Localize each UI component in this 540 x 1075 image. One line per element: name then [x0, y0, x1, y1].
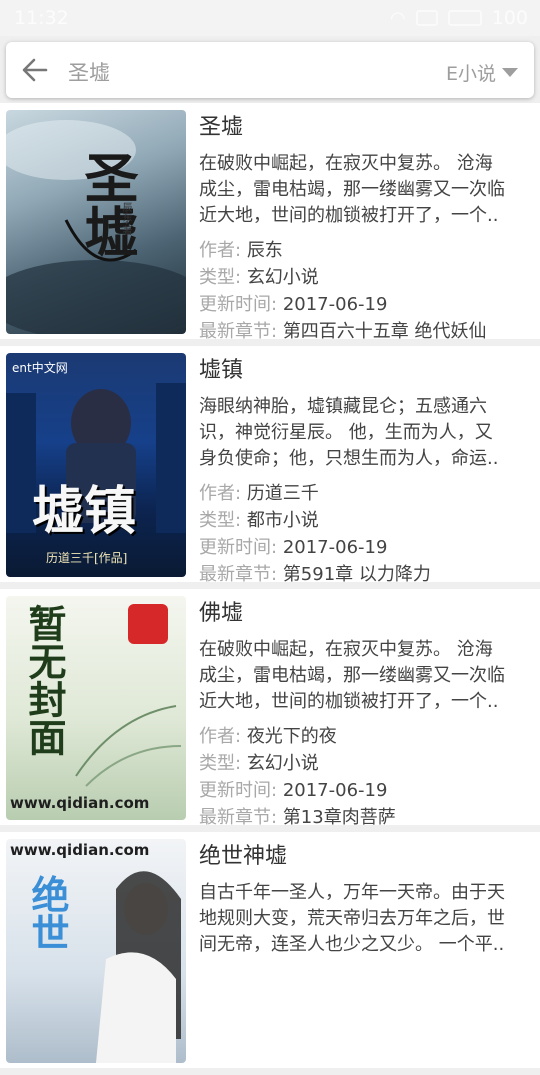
book-list-item[interactable]: www.qidian.com 绝世 绝世神墟 自古千年一圣人，万年一天帝。由于天…: [0, 832, 540, 1068]
latest-chapter-row: 最新章节: 第13章肉菩萨: [199, 807, 396, 828]
cover-art-figure: [96, 871, 181, 1063]
source-dropdown[interactable]: E小说: [446, 59, 518, 86]
book-category: 玄幻小说: [246, 267, 319, 288]
author-row: 作者: 夜光下的夜: [199, 726, 337, 747]
cover-site-text: www.qidian.com: [10, 841, 150, 859]
book-list-item[interactable]: 暂无封面 www.qidian.com 佛墟 在破败中崛起，在寂灭中复苏。 沧海…: [0, 589, 540, 828]
updated-row: 更新时间: 2017-06-19: [199, 537, 388, 558]
battery-level: 100: [491, 7, 528, 29]
book-title: 佛墟: [199, 601, 244, 626]
cover-title-art: 暂无封面: [22, 604, 67, 756]
book-info: 圣墟 在破败中崛起，在寂灭中复苏。 沧海 成尘，雷电枯竭，那一缕幽雾又一次临 近…: [199, 111, 535, 345]
book-info: 墟镇 海眼纳神胎，墟镇藏昆仑；五感通六 识，神觉衍星辰。 他，生而为人，又 身负…: [199, 354, 535, 588]
status-icons: ◠ 100: [390, 7, 528, 29]
book-title: 绝世神墟: [199, 844, 288, 869]
cover-brand-text: ent中文网: [12, 361, 68, 375]
book-description: 在破败中崛起，在寂灭中复苏。 沧海 成尘，雷电枯竭，那一缕幽雾又一次临 近大地，…: [199, 153, 505, 226]
book-list-item[interactable]: ent中文网 墟镇 历道三千[作品] 墟镇 海眼纳神胎，墟镇藏昆仑；五感通六 识…: [0, 346, 540, 585]
book-updated: 2017-06-19: [282, 294, 388, 315]
book-category: 都市小说: [246, 510, 319, 531]
book-cover: 圣墟 辰东·著: [6, 110, 186, 334]
book-description: 自古千年一圣人，万年一天帝。由于天 地规则大变，荒天帝归去万年之后，世 间无帝，…: [199, 882, 505, 955]
book-author: 辰东: [246, 240, 283, 261]
book-category: 玄幻小说: [246, 753, 319, 774]
book-title: 墟镇: [199, 358, 244, 383]
cover-author-text: 辰东·著: [120, 202, 131, 236]
search-input[interactable]: 圣墟: [68, 57, 110, 87]
book-cover: www.qidian.com 绝世: [6, 839, 186, 1063]
author-row: 作者: 辰东: [199, 240, 283, 261]
sim-icon: [415, 10, 438, 26]
chevron-down-icon: [502, 68, 518, 77]
book-updated: 2017-06-19: [282, 537, 388, 558]
cover-author-text: 历道三千[作品]: [46, 551, 128, 565]
search-bar: 圣墟 E小说: [6, 42, 534, 98]
wifi-icon: ◠: [390, 7, 406, 29]
category-row: 类型: 玄幻小说: [199, 753, 319, 774]
status-bar: 11:32 ◠ 100: [0, 0, 540, 36]
back-arrow-icon[interactable]: [20, 55, 50, 85]
book-title: 圣墟: [199, 115, 244, 140]
status-time: 11:32: [14, 7, 69, 29]
book-info: 绝世神墟 自古千年一圣人，万年一天帝。由于天 地规则大变，荒天帝归去万年之后，世…: [199, 840, 535, 958]
book-latest-chapter: 第591章 以力降力: [282, 564, 431, 585]
updated-row: 更新时间: 2017-06-19: [199, 294, 388, 315]
battery-icon: [447, 10, 482, 26]
updated-row: 更新时间: 2017-06-19: [199, 780, 388, 801]
book-cover: ent中文网 墟镇 历道三千[作品]: [6, 353, 186, 577]
book-author: 历道三千: [246, 483, 319, 504]
book-author: 夜光下的夜: [246, 726, 337, 747]
book-list-item[interactable]: 圣墟 辰东·著 圣墟 在破败中崛起，在寂灭中复苏。 沧海 成尘，雷电枯竭，那一缕…: [0, 103, 540, 342]
source-label: E小说: [445, 63, 496, 85]
book-latest-chapter: 第13章肉菩萨: [282, 807, 396, 828]
cover-site-text: www.qidian.com: [10, 794, 150, 812]
book-latest-chapter: 第四百六十五章 绝代妖仙: [282, 321, 487, 342]
book-description: 在破败中崛起，在寂灭中复苏。 沧海 成尘，雷电枯竭，那一缕幽雾又一次临 近大地，…: [199, 639, 505, 712]
cover-title-art: 绝世: [25, 875, 70, 951]
cover-title-art: 墟镇: [32, 481, 137, 542]
latest-chapter-row: 最新章节: 第四百六十五章 绝代妖仙: [199, 321, 487, 342]
book-cover: 暂无封面 www.qidian.com: [6, 596, 186, 820]
search-results-list: 圣墟 辰东·著 圣墟 在破败中崛起，在寂灭中复苏。 沧海 成尘，雷电枯竭，那一缕…: [0, 103, 540, 1075]
cover-title-art: 圣墟: [75, 150, 139, 258]
category-row: 类型: 都市小说: [199, 510, 319, 531]
book-description: 海眼纳神胎，墟镇藏昆仑；五感通六 识，神觉衍星辰。 他，生而为人，又 身负使命；…: [199, 396, 499, 469]
category-row: 类型: 玄幻小说: [199, 267, 319, 288]
author-row: 作者: 历道三千: [199, 483, 319, 504]
latest-chapter-row: 最新章节: 第591章 以力降力: [199, 564, 431, 585]
book-info: 佛墟 在破败中崛起，在寂灭中复苏。 沧海 成尘，雷电枯竭，那一缕幽雾又一次临 近…: [199, 597, 535, 831]
book-updated: 2017-06-19: [282, 780, 388, 801]
